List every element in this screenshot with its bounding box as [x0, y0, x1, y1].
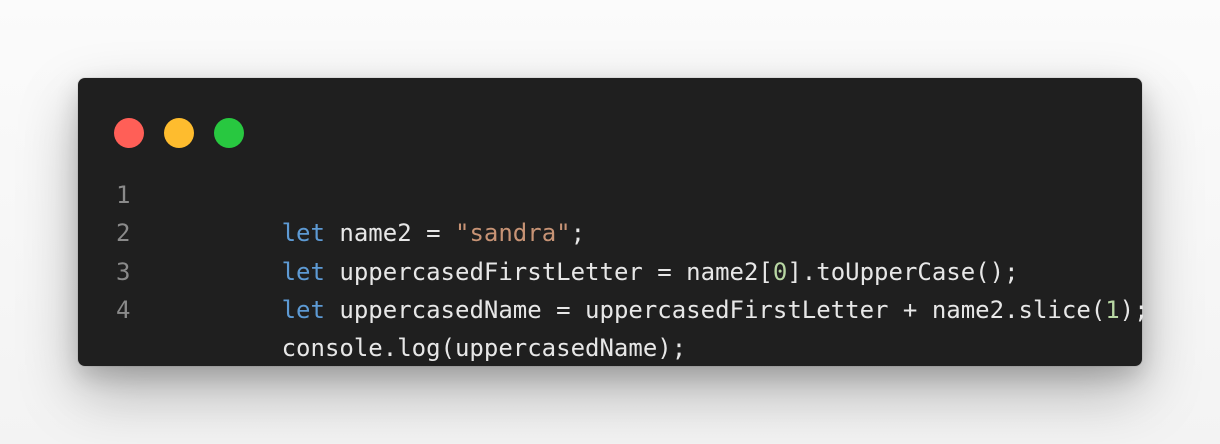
minimize-dot-icon[interactable] — [164, 118, 194, 148]
code-block: 1 let name2 = "sandra"; 2 let uppercased… — [112, 176, 1149, 362]
line-number: 1 — [116, 181, 131, 209]
code-text: let name2 = "sandra"; — [166, 176, 585, 247]
code-line: 2 let uppercasedFirstLetter = name2[0].t… — [112, 214, 1122, 286]
code-line: 1 let name2 = "sandra"; — [112, 176, 1122, 247]
code-line: 3 let uppercasedName = uppercasedFirstLe… — [112, 253, 1149, 324]
line-number: 3 — [116, 257, 131, 286]
maximize-dot-icon[interactable] — [214, 118, 244, 148]
window-controls — [114, 118, 244, 148]
code-text: let uppercasedFirstLetter = name2[0].toU… — [166, 214, 1019, 286]
code-window: 1 let name2 = "sandra"; 2 let uppercased… — [78, 78, 1149, 366]
line-number: 4 — [116, 295, 131, 324]
code-text: console.log(uppercasedName); — [166, 291, 687, 362]
code-text: let uppercasedName = uppercasedFirstLett… — [166, 253, 1149, 324]
code-token: console.log(uppercasedName); — [281, 334, 687, 363]
line-number: 2 — [116, 219, 131, 248]
code-token: ); — [1119, 295, 1149, 324]
close-dot-icon[interactable] — [114, 118, 144, 148]
number-token: 1 — [1105, 295, 1120, 324]
